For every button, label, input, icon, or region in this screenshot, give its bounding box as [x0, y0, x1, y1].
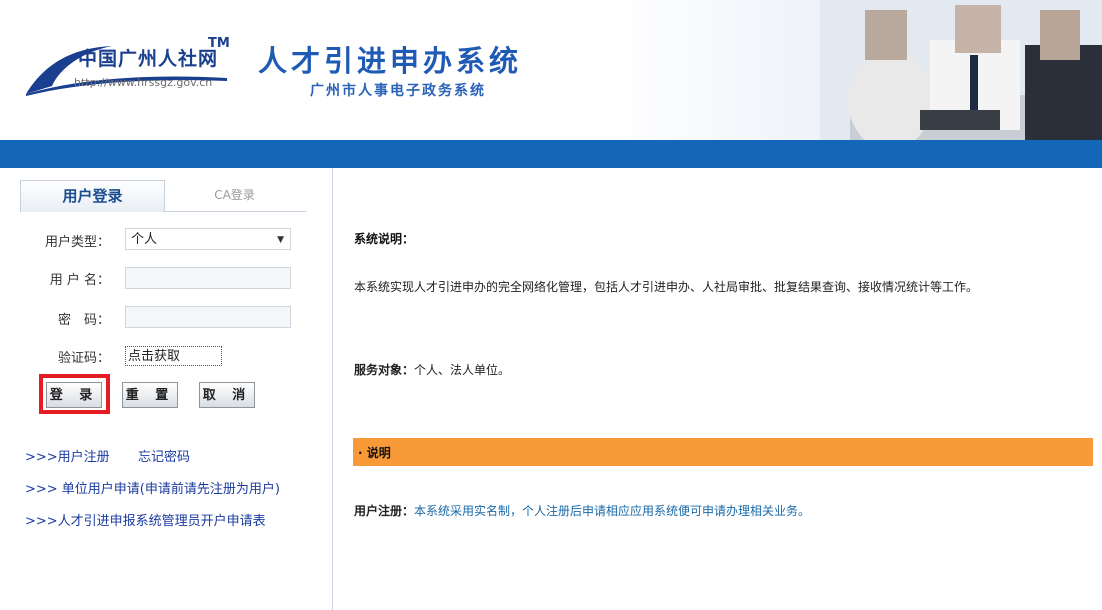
captcha-button[interactable]: 点击获取	[125, 346, 222, 366]
header-banner: 中国广州人社网 TM http://www.hrssgz.gov.cn 人才引进…	[0, 0, 1102, 140]
username-input[interactable]	[125, 267, 291, 289]
captcha-label: 验证码：	[57, 351, 110, 366]
register-label: 用户注册：	[354, 504, 415, 518]
register-text: 本系统采用实名制，个人注册后申请相应应用系统便可申请办理相关业务。	[414, 504, 811, 518]
register-line: 用户注册：本系统采用实名制，个人注册后申请相应应用系统便可申请办理相关业务。	[354, 502, 810, 519]
tab-ca-login[interactable]: CA登录	[163, 180, 306, 212]
admin-apply-link[interactable]: >>>人才引进申报系统管理员开户申请表	[25, 510, 266, 529]
login-tabs: 用户登录 CA登录	[20, 180, 306, 212]
password-label: 密 码：	[57, 313, 110, 328]
user-type-select[interactable]: 个人 ▼	[125, 228, 291, 250]
system-desc-text: 本系统实现人才引进申办的完全网络化管理，包括人才引进申办、人社局审批、批复结果查…	[354, 280, 979, 294]
user-type-label: 用户类型：	[44, 235, 110, 250]
user-type-value: 个人	[131, 232, 158, 247]
forgot-password-link[interactable]: 忘记密码	[138, 446, 190, 465]
cancel-button[interactable]: 取 消	[199, 382, 255, 408]
logo-text: 中国广州人社网	[78, 48, 219, 70]
chevron-down-icon: ▼	[277, 235, 284, 245]
notice-bar: · 说明	[353, 438, 1093, 466]
system-title: 人才引进申办系统	[258, 44, 523, 78]
tab-user-login[interactable]: 用户登录	[20, 180, 165, 212]
login-button[interactable]: 登 录	[46, 382, 102, 408]
notice-bar-label: · 说明	[358, 446, 391, 460]
register-link[interactable]: >>>用户注册	[25, 446, 110, 465]
system-desc-title: 系统说明：	[354, 232, 415, 246]
service-label: 服务对象：	[354, 363, 415, 377]
reset-button[interactable]: 重 置	[122, 382, 178, 408]
logo-url: http://www.hrssgz.gov.cn	[74, 76, 213, 89]
service-line: 服务对象：个人、法人单位。	[354, 361, 510, 378]
nav-blue-bar	[0, 140, 1102, 168]
banner-photo	[820, 0, 1102, 140]
content-panel: 系统说明： 本系统实现人才引进申办的完全网络化管理，包括人才引进申办、人社局审批…	[333, 168, 1102, 610]
service-text: 个人、法人单位。	[414, 363, 511, 377]
username-label: 用 户 名：	[49, 273, 110, 288]
unit-apply-link[interactable]: >>> 单位用户申请(申请前请先注册为用户)	[25, 478, 280, 497]
password-input[interactable]	[125, 306, 291, 328]
logo-tm: TM	[208, 36, 230, 51]
system-subtitle: 广州市人事电子政务系统	[310, 83, 486, 99]
